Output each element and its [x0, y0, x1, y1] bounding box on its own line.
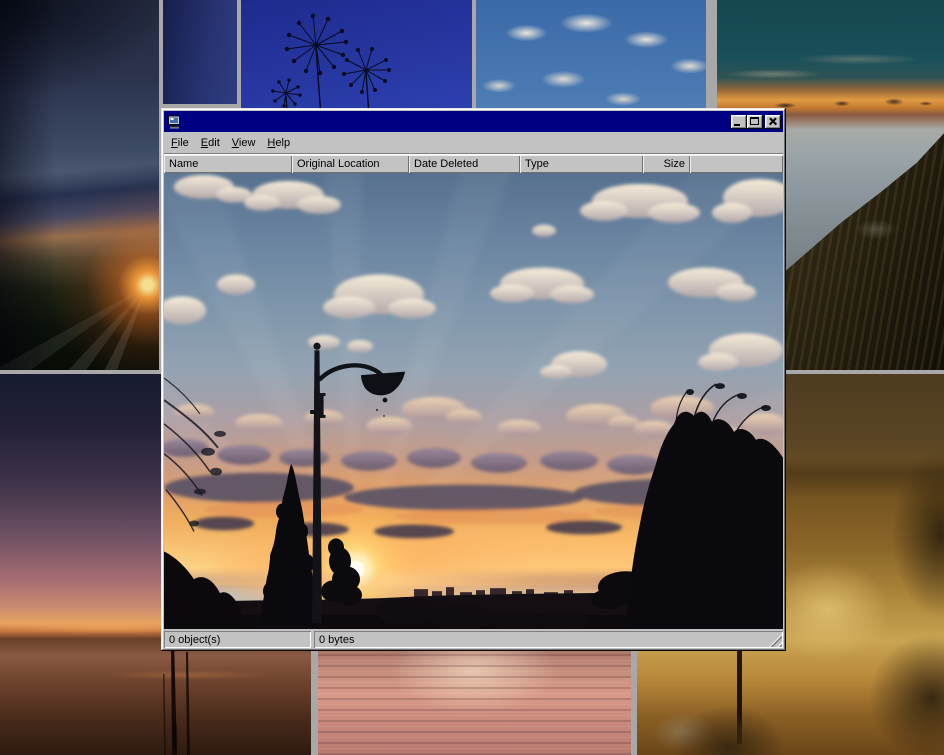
recycle-bin-window: FileEditViewHelp NameOriginal LocationDa… [161, 108, 786, 651]
maximize-icon [750, 117, 759, 125]
close-icon [765, 115, 781, 129]
close-button[interactable] [765, 115, 781, 129]
titlebar[interactable] [164, 111, 783, 132]
desktop: { "window": { "title": "", "menu": { "it… [0, 0, 944, 755]
column-header-date-deleted[interactable]: Date Deleted [409, 155, 520, 173]
menu-item-view[interactable]: View [226, 135, 262, 151]
column-header-original-location[interactable]: Original Location [292, 155, 409, 173]
maximize-button[interactable] [747, 115, 763, 129]
status-panel-0: 0 object(s) [164, 631, 311, 648]
column-header-type[interactable]: Type [520, 155, 643, 173]
wallpaper-photo-dark-blue-sky [163, 0, 237, 104]
status-bar: 0 object(s)0 bytes [164, 631, 783, 648]
window-controls [731, 115, 781, 129]
menu-item-file[interactable]: File [165, 135, 195, 151]
wallpaper-photo-sunset-rays [0, 0, 159, 370]
menu-bar: FileEditViewHelp [164, 132, 783, 153]
computer-monitor-icon-glyph [167, 115, 182, 129]
menu-item-help[interactable]: Help [261, 135, 296, 151]
column-header-name[interactable]: Name [164, 155, 292, 173]
list-content[interactable] [164, 173, 783, 629]
menu-item-edit[interactable]: Edit [195, 135, 226, 151]
column-header-blank[interactable] [690, 155, 783, 173]
sunset-lamp-photo [164, 173, 783, 629]
minimize-button[interactable] [731, 115, 747, 129]
column-header-row: NameOriginal LocationDate DeletedTypeSiz… [164, 155, 783, 173]
status-panel-1: 0 bytes [314, 631, 783, 648]
lamp-pole-silhouette [737, 646, 742, 744]
computer-monitor-icon[interactable] [166, 114, 182, 129]
column-header-size[interactable]: Size [643, 155, 690, 173]
minimize-icon [734, 124, 740, 126]
